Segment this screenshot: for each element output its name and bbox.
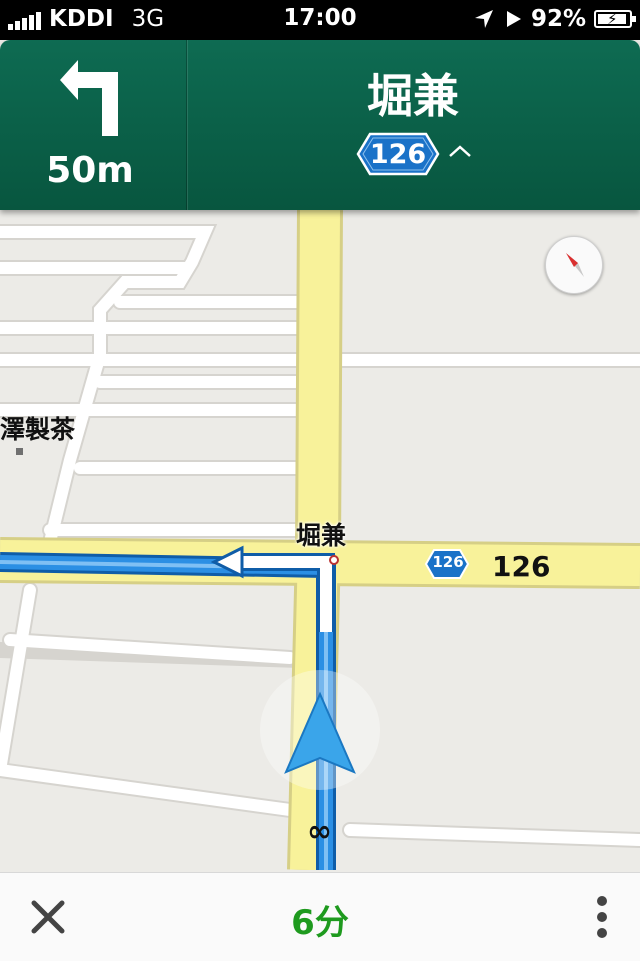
- compass-icon: [566, 253, 584, 277]
- map-view[interactable]: 澤製茶 堀兼 126 126 ∞: [0, 209, 640, 871]
- battery-percent: 92%: [530, 6, 586, 32]
- route-number: 126: [369, 139, 427, 170]
- route-marker: ∞: [307, 814, 332, 849]
- location-arrow-icon: [474, 10, 493, 28]
- road-number-label: 126: [492, 550, 551, 583]
- status-bar: KDDI 3G 17:00 92% ⚡: [0, 0, 640, 40]
- intersection-label: 堀兼: [296, 521, 347, 550]
- compass-button[interactable]: [545, 236, 603, 294]
- chevron-up-icon: [449, 145, 471, 157]
- more-vertical-icon: [597, 896, 607, 938]
- more-button[interactable]: [584, 891, 620, 943]
- turn-distance: 50m: [46, 150, 134, 191]
- bottom-bar: 6分: [0, 872, 640, 961]
- battery-charging-icon: ⚡: [594, 10, 636, 28]
- bolt-icon: ⚡: [607, 10, 618, 28]
- status-right: 92% ⚡: [473, 6, 636, 32]
- road-shield-label: 126: [432, 553, 464, 571]
- turn-left-arrow-icon: [60, 60, 118, 136]
- route-shield: 126: [356, 132, 440, 176]
- poi-label: 澤製茶: [0, 415, 76, 444]
- play-icon: [506, 11, 521, 27]
- navigation-header: 50m 堀兼 126: [0, 40, 640, 210]
- next-street-name: 堀兼: [367, 69, 459, 123]
- route-indicator[interactable]: 126: [356, 132, 472, 176]
- turn-instruction[interactable]: 50m: [0, 40, 186, 210]
- eta-time: 6分: [291, 903, 349, 943]
